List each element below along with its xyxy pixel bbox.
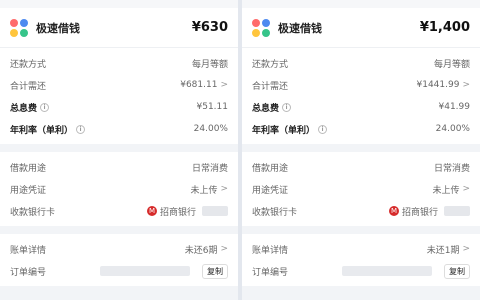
chevron-right-icon: > <box>220 80 228 90</box>
top-strip <box>242 0 480 8</box>
total-repay-row[interactable]: 合计需还 ¥681.11 > <box>0 74 238 96</box>
chevron-right-icon: > <box>462 244 470 254</box>
annual-rate-label: 年利率（单利） <box>10 125 74 136</box>
total-interest-row: 总息费 i ¥51.11 <box>0 96 238 118</box>
top-strip <box>0 0 238 8</box>
info-circle-icon[interactable]: i <box>282 102 292 112</box>
chevron-right-icon: > <box>462 184 470 194</box>
repayment-section: 还款方式 每月等额 合计需还 ¥681.11 > 总息费 i ¥51.11 年利率（… <box>0 48 238 144</box>
order-row: 订单编号 复制 <box>242 260 480 282</box>
repay-method-label: 还款方式 <box>10 59 47 70</box>
app-name: 极速借钱 <box>278 21 322 35</box>
loan-detail-panel-right: 极速借钱 ¥1,400 还款方式 每月等额 合计需还 ¥1441.99 > 总息费… <box>242 0 480 300</box>
section-gap <box>0 144 238 152</box>
info-circle-icon[interactable]: i <box>318 124 328 134</box>
purpose-label: 借款用途 <box>252 163 289 174</box>
order-row: 订单编号 复制 <box>0 260 238 282</box>
purpose-row: 借款用途 日常消费 <box>0 156 238 178</box>
voucher-row[interactable]: 用途凭证 未上传 > <box>242 178 480 200</box>
repay-method-value: 每月等额 <box>433 59 470 70</box>
app-logo-icon <box>10 18 28 37</box>
order-label: 订单编号 <box>252 267 289 278</box>
total-repay-row[interactable]: 合计需还 ¥1441.99 > <box>242 74 480 96</box>
info-circle-icon[interactable]: i <box>40 102 50 112</box>
chevron-right-icon: > <box>462 80 470 90</box>
total-repay-label: 合计需还 <box>252 81 289 92</box>
bill-label: 账单详情 <box>252 245 289 256</box>
bank-card-label: 收款银行卡 <box>252 207 298 218</box>
loan-detail-panel-left: 极速借钱 ¥630 还款方式 每月等额 合计需还 ¥681.11 > 总息费 i ¥… <box>0 0 238 300</box>
purpose-row: 借款用途 日常消费 <box>242 156 480 178</box>
annual-rate-value: 24.00% <box>193 124 228 134</box>
repay-method-row: 还款方式 每月等额 <box>242 52 480 74</box>
bill-row[interactable]: 账单详情 未还1期 > <box>242 238 480 260</box>
order-label: 订单编号 <box>10 267 47 278</box>
voucher-value: 未上传 <box>190 185 218 196</box>
copy-button[interactable]: 复制 <box>202 263 228 279</box>
info-circle-icon[interactable]: i <box>76 124 86 134</box>
annual-rate-row: 年利率（单利） i 24.00% <box>242 118 480 140</box>
loan-amount: ¥630 <box>191 20 228 35</box>
section-gap <box>0 226 238 234</box>
total-repay-value: ¥1441.99 <box>416 80 460 90</box>
cmb-bank-icon: M <box>146 206 157 216</box>
purpose-value: 日常消费 <box>191 163 228 174</box>
voucher-label: 用途凭证 <box>252 185 289 196</box>
annual-rate-value: 24.00% <box>435 124 470 134</box>
masked-order-number <box>342 266 432 276</box>
repay-method-value: 每月等额 <box>191 59 228 70</box>
total-repay-value: ¥681.11 <box>180 80 218 90</box>
section-gap <box>242 144 480 152</box>
total-interest-label: 总息费 <box>10 103 38 114</box>
bank-name: 招商银行 <box>401 207 438 218</box>
chevron-right-icon: > <box>220 184 228 194</box>
chevron-right-icon: > <box>220 244 228 254</box>
total-interest-row: 总息费 i ¥41.99 <box>242 96 480 118</box>
bill-value: 未还1期 <box>426 245 460 256</box>
masked-order-number <box>100 266 190 276</box>
purpose-section: 借款用途 日常消费 用途凭证 未上传 > 收款银行卡 M 招商银行 <box>0 152 238 226</box>
loan-amount: ¥1,400 <box>419 20 470 35</box>
repay-method-label: 还款方式 <box>252 59 289 70</box>
masked-card-number <box>444 206 470 216</box>
voucher-label: 用途凭证 <box>10 185 47 196</box>
total-interest-label: 总息费 <box>252 103 280 114</box>
purpose-section: 借款用途 日常消费 用途凭证 未上传 > 收款银行卡 M 招商银行 <box>242 152 480 226</box>
purpose-value: 日常消费 <box>433 163 470 174</box>
section-gap <box>242 226 480 234</box>
repayment-section: 还款方式 每月等额 合计需还 ¥1441.99 > 总息费 i ¥41.99 年利率… <box>242 48 480 144</box>
cmb-bank-icon: M <box>388 206 399 216</box>
bill-row[interactable]: 账单详情 未还6期 > <box>0 238 238 260</box>
voucher-value: 未上传 <box>432 185 460 196</box>
masked-card-number <box>202 206 228 216</box>
total-repay-label: 合计需还 <box>10 81 47 92</box>
loan-header: 极速借钱 ¥1,400 <box>242 8 480 48</box>
bill-section: 账单详情 未还6期 > 订单编号 复制 <box>0 234 238 286</box>
bank-card-label: 收款银行卡 <box>10 207 56 218</box>
bank-card-row: 收款银行卡 M 招商银行 <box>0 200 238 222</box>
bank-card-row: 收款银行卡 M 招商银行 <box>242 200 480 222</box>
annual-rate-row: 年利率（单利） i 24.00% <box>0 118 238 140</box>
bank-name: 招商银行 <box>159 207 196 218</box>
loan-header: 极速借钱 ¥630 <box>0 8 238 48</box>
bill-label: 账单详情 <box>10 245 47 256</box>
app-name: 极速借钱 <box>36 21 80 35</box>
repay-method-row: 还款方式 每月等额 <box>0 52 238 74</box>
bill-value: 未还6期 <box>184 245 218 256</box>
total-interest-value: ¥41.99 <box>438 102 471 112</box>
total-interest-value: ¥51.11 <box>196 102 229 112</box>
bill-section: 账单详情 未还1期 > 订单编号 复制 <box>242 234 480 286</box>
voucher-row[interactable]: 用途凭证 未上传 > <box>0 178 238 200</box>
annual-rate-label: 年利率（单利） <box>252 125 316 136</box>
app-logo-icon <box>252 18 270 37</box>
purpose-label: 借款用途 <box>10 163 47 174</box>
copy-button[interactable]: 复制 <box>444 263 470 279</box>
